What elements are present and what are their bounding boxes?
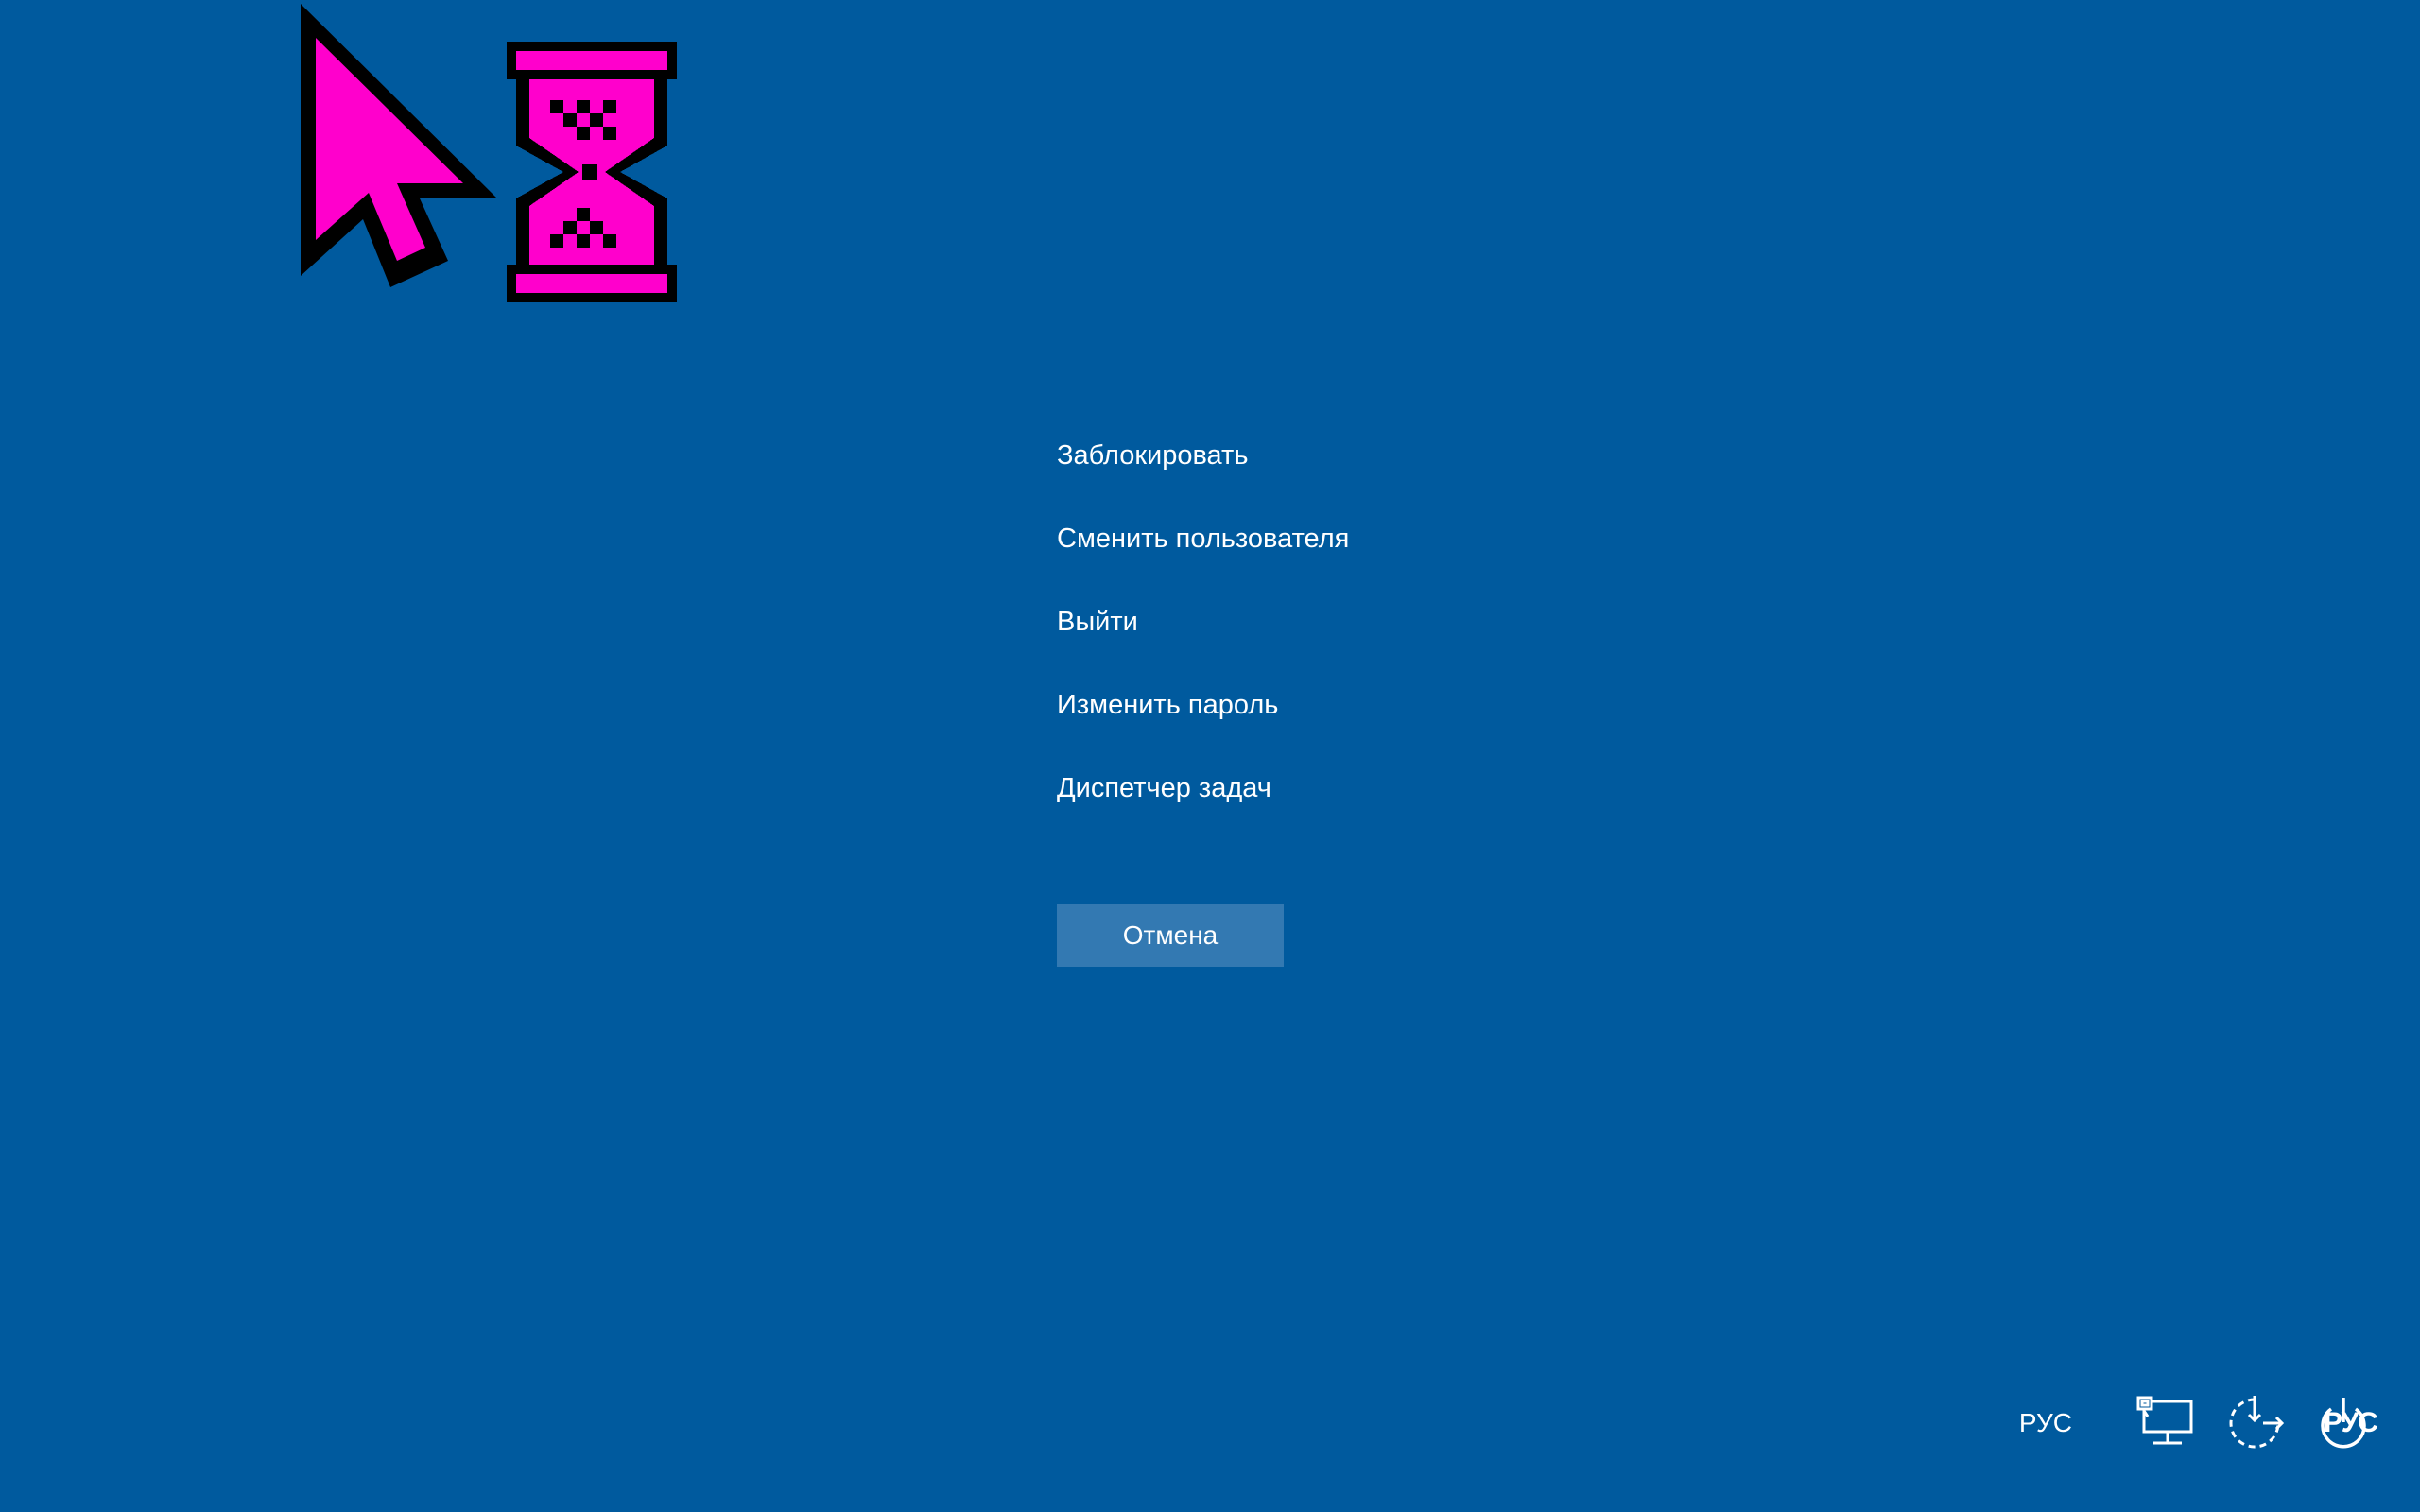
lock-option[interactable]: Заблокировать: [1057, 433, 1719, 516]
network-icon[interactable]: [2135, 1392, 2197, 1454]
security-options-menu: Заблокировать Сменить пользователя Выйти…: [1057, 433, 1719, 849]
hourglass-busy-icon: [507, 42, 677, 302]
mouse-pointer-icon: [301, 4, 497, 287]
ctrl-alt-del-screen: Заблокировать Сменить пользователя Выйти…: [0, 0, 2420, 1512]
task-manager-option[interactable]: Диспетчер задач: [1057, 765, 1719, 849]
sign-out-option[interactable]: Выйти: [1057, 599, 1719, 682]
system-tray: РУС РУС: [2019, 1389, 2378, 1457]
accessibility-icon[interactable]: [2223, 1392, 2286, 1454]
language-indicator[interactable]: РУС: [2019, 1408, 2072, 1438]
power-language-overlay: РУС: [2324, 1407, 2378, 1438]
change-password-option[interactable]: Изменить пароль: [1057, 682, 1719, 765]
switch-user-option[interactable]: Сменить пользователя: [1057, 516, 1719, 599]
cancel-button[interactable]: Отмена: [1057, 904, 1284, 967]
power-icon[interactable]: РУС: [2312, 1392, 2378, 1454]
